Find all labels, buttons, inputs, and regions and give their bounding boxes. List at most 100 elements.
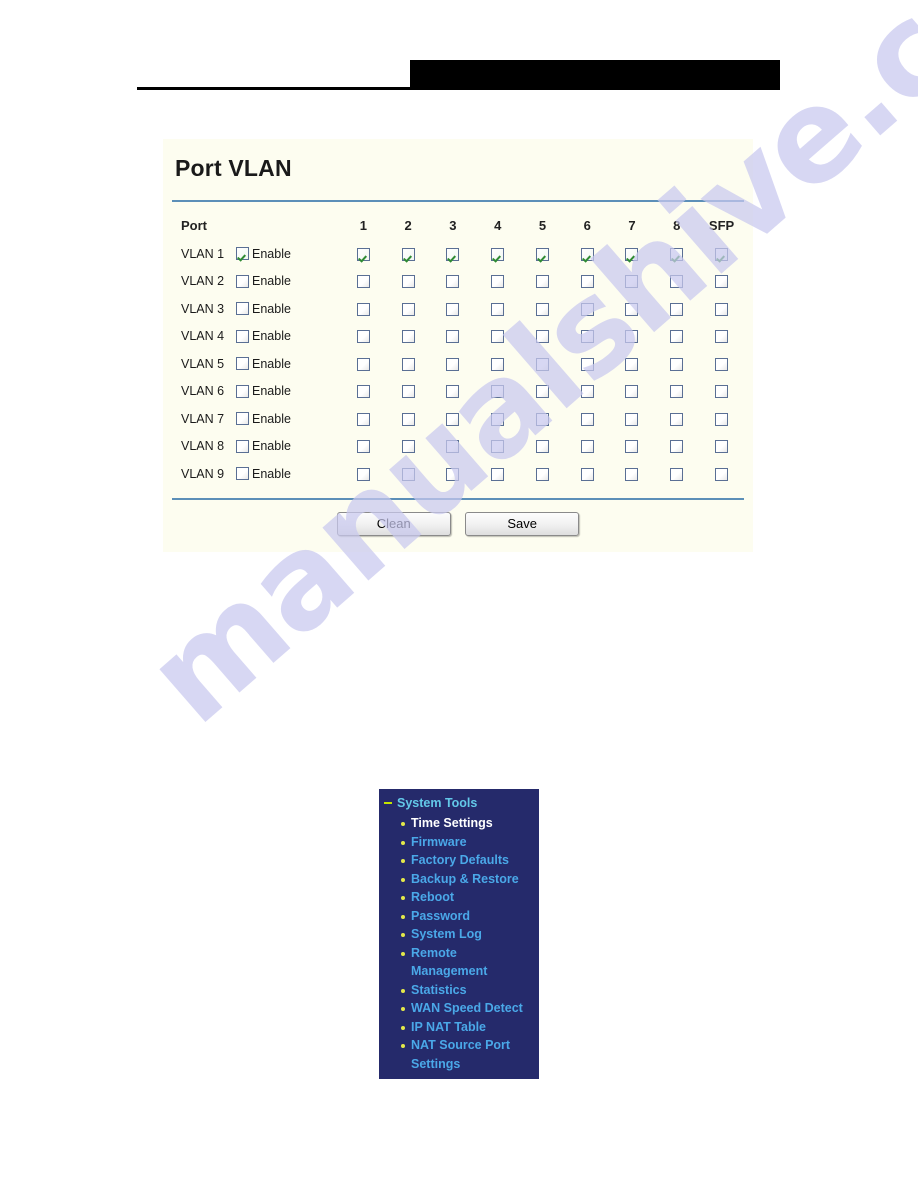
port-checkbox-sfp[interactable] (715, 330, 729, 344)
port-checkbox-6[interactable] (580, 302, 594, 316)
nav-item-system-log[interactable]: System Log (379, 925, 539, 944)
enable-checkbox[interactable] (236, 467, 249, 481)
port-checkbox-4[interactable] (491, 275, 505, 289)
port-checkbox-8[interactable] (670, 247, 684, 261)
enable-checkbox[interactable] (236, 357, 249, 371)
port-checkbox-5[interactable] (535, 247, 549, 261)
port-checkbox-1[interactable] (356, 385, 370, 399)
port-checkbox-6[interactable] (580, 330, 594, 344)
port-checkbox-sfp[interactable] (715, 247, 729, 261)
port-checkbox-7[interactable] (625, 412, 639, 426)
port-checkbox-6[interactable] (580, 247, 594, 261)
port-checkbox-7[interactable] (625, 385, 639, 399)
port-checkbox-7[interactable] (625, 247, 639, 261)
port-checkbox-5[interactable] (535, 385, 549, 399)
port-checkbox-sfp[interactable] (715, 275, 729, 289)
port-checkbox-3[interactable] (446, 357, 460, 371)
nav-item-ip-nat-table[interactable]: IP NAT Table (379, 1018, 539, 1037)
enable-checkbox[interactable] (236, 439, 249, 453)
nav-item-time-settings[interactable]: Time Settings (379, 814, 539, 833)
enable-checkbox[interactable] (236, 384, 249, 398)
port-checkbox-3[interactable] (446, 247, 460, 261)
port-checkbox-5[interactable] (535, 440, 549, 454)
port-checkbox-5[interactable] (535, 330, 549, 344)
port-checkbox-7[interactable] (625, 302, 639, 316)
nav-item-backup-restore[interactable]: Backup & Restore (379, 870, 539, 889)
port-checkbox-3[interactable] (446, 275, 460, 289)
enable-checkbox[interactable] (236, 247, 249, 261)
port-checkbox-5[interactable] (535, 357, 549, 371)
port-checkbox-3[interactable] (446, 467, 460, 481)
port-checkbox-1[interactable] (356, 467, 370, 481)
port-checkbox-4[interactable] (491, 330, 505, 344)
port-checkbox-6[interactable] (580, 275, 594, 289)
port-checkbox-2[interactable] (401, 467, 415, 481)
port-checkbox-6[interactable] (580, 467, 594, 481)
port-checkbox-1[interactable] (356, 357, 370, 371)
port-checkbox-4[interactable] (491, 385, 505, 399)
port-checkbox-2[interactable] (401, 440, 415, 454)
port-checkbox-8[interactable] (670, 302, 684, 316)
port-checkbox-7[interactable] (625, 467, 639, 481)
port-checkbox-4[interactable] (491, 440, 505, 454)
nav-item-wan-speed-detect[interactable]: WAN Speed Detect (379, 999, 539, 1018)
port-checkbox-1[interactable] (356, 412, 370, 426)
port-checkbox-sfp[interactable] (715, 385, 729, 399)
port-checkbox-7[interactable] (625, 330, 639, 344)
port-checkbox-6[interactable] (580, 412, 594, 426)
port-checkbox-4[interactable] (491, 412, 505, 426)
port-checkbox-7[interactable] (625, 357, 639, 371)
enable-checkbox[interactable] (236, 302, 249, 316)
port-checkbox-2[interactable] (401, 357, 415, 371)
port-checkbox-sfp[interactable] (715, 357, 729, 371)
port-checkbox-sfp[interactable] (715, 302, 729, 316)
port-checkbox-1[interactable] (356, 247, 370, 261)
minus-collapse-icon[interactable] (384, 802, 392, 804)
port-checkbox-8[interactable] (670, 330, 684, 344)
port-checkbox-4[interactable] (491, 302, 505, 316)
port-checkbox-3[interactable] (446, 412, 460, 426)
port-checkbox-2[interactable] (401, 385, 415, 399)
port-checkbox-3[interactable] (446, 302, 460, 316)
port-checkbox-3[interactable] (446, 440, 460, 454)
port-checkbox-1[interactable] (356, 302, 370, 316)
port-checkbox-6[interactable] (580, 357, 594, 371)
port-checkbox-3[interactable] (446, 385, 460, 399)
enable-checkbox[interactable] (236, 329, 249, 343)
port-checkbox-1[interactable] (356, 330, 370, 344)
port-checkbox-3[interactable] (446, 330, 460, 344)
port-checkbox-2[interactable] (401, 412, 415, 426)
enable-checkbox[interactable] (236, 412, 249, 426)
port-checkbox-sfp[interactable] (715, 412, 729, 426)
port-checkbox-8[interactable] (670, 467, 684, 481)
nav-item-factory-defaults[interactable]: Factory Defaults (379, 851, 539, 870)
port-checkbox-5[interactable] (535, 275, 549, 289)
nav-item-nat-source-port-settings[interactable]: NAT Source Port Settings (379, 1036, 539, 1073)
clean-button[interactable]: Clean (336, 511, 451, 536)
port-checkbox-8[interactable] (670, 357, 684, 371)
port-checkbox-8[interactable] (670, 440, 684, 454)
port-checkbox-4[interactable] (491, 467, 505, 481)
port-checkbox-4[interactable] (491, 247, 505, 261)
nav-item-firmware[interactable]: Firmware (379, 833, 539, 852)
nav-item-remote-management[interactable]: Remote Management (379, 944, 539, 981)
enable-checkbox[interactable] (236, 274, 249, 288)
port-checkbox-2[interactable] (401, 247, 415, 261)
port-checkbox-8[interactable] (670, 385, 684, 399)
nav-item-reboot[interactable]: Reboot (379, 888, 539, 907)
port-checkbox-5[interactable] (535, 302, 549, 316)
port-checkbox-2[interactable] (401, 330, 415, 344)
port-checkbox-4[interactable] (491, 357, 505, 371)
port-checkbox-8[interactable] (670, 275, 684, 289)
nav-item-statistics[interactable]: Statistics (379, 981, 539, 1000)
port-checkbox-8[interactable] (670, 412, 684, 426)
port-checkbox-2[interactable] (401, 302, 415, 316)
nav-group-system-tools[interactable]: System Tools (379, 793, 539, 814)
port-checkbox-5[interactable] (535, 412, 549, 426)
port-checkbox-sfp[interactable] (715, 440, 729, 454)
port-checkbox-1[interactable] (356, 440, 370, 454)
nav-item-password[interactable]: Password (379, 907, 539, 926)
save-button[interactable]: Save (465, 511, 580, 536)
port-checkbox-sfp[interactable] (715, 467, 729, 481)
port-checkbox-7[interactable] (625, 275, 639, 289)
